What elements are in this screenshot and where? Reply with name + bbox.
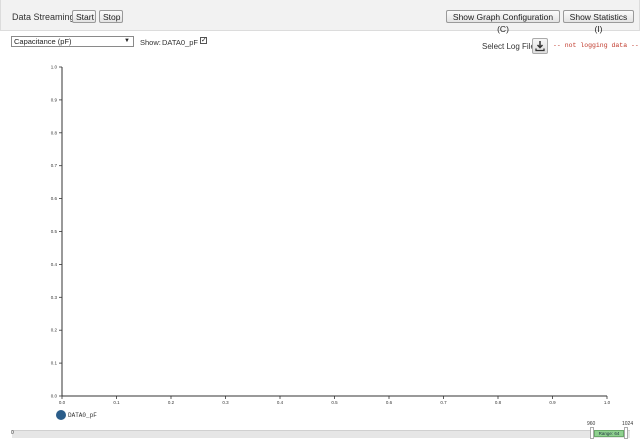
- y-tick-label: 0.6: [51, 196, 58, 201]
- y-tick-label: 0.2: [51, 328, 58, 333]
- y-tick-label: 0.9: [51, 97, 58, 102]
- x-tick-label: 0.6: [386, 400, 393, 405]
- x-tick-label: 0.7: [440, 400, 447, 405]
- x-tick-label: 0.5: [331, 400, 338, 405]
- x-tick-label: 0.9: [549, 400, 556, 405]
- x-tick-label: 0.1: [113, 400, 120, 405]
- range-handle-right[interactable]: [624, 427, 628, 439]
- x-tick-label: 1.0: [604, 400, 611, 405]
- y-tick-label: 1.0: [51, 65, 58, 70]
- y-tick-label: 0.0: [51, 394, 58, 399]
- y-tick-label: 0.7: [51, 163, 58, 168]
- y-tick-label: 0.4: [51, 262, 58, 267]
- range-slider-track[interactable]: [12, 430, 630, 438]
- chart: 0.0 0.1 0.2 0.3 0.4 0.5 0.6 0.7 0.8 0.9 1.0 0.0 0.1 0…: [51, 65, 611, 406]
- range-handle-left[interactable]: [590, 427, 594, 439]
- y-tick-label: 0.5: [51, 229, 58, 234]
- range-bar[interactable]: Range: 64: [594, 430, 624, 437]
- range-label: Range: 64: [598, 431, 620, 436]
- legend-series-icon[interactable]: [56, 410, 66, 420]
- y-tick-label: 0.1: [51, 361, 58, 366]
- x-tick-label: 0.0: [59, 400, 66, 405]
- x-tick-label: 0.3: [222, 400, 229, 405]
- x-tick-label: 0.4: [277, 400, 284, 405]
- slider-min-label: 0: [11, 430, 14, 436]
- y-tick-label: 0.8: [51, 130, 58, 135]
- x-tick-label: 0.2: [168, 400, 175, 405]
- y-tick-label: 0.3: [51, 295, 58, 300]
- legend-series-label: DATA0_pF: [68, 412, 97, 419]
- x-tick-label: 0.8: [495, 400, 502, 405]
